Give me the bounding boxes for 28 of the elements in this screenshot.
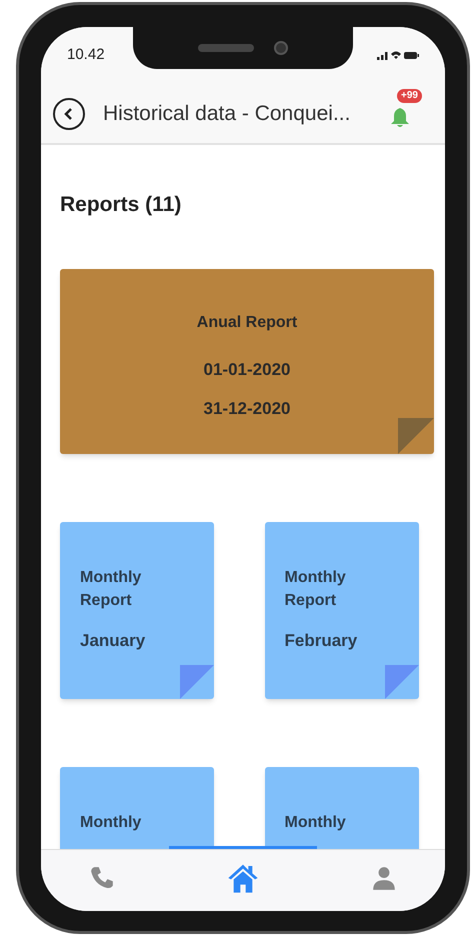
report-card[interactable]: Monthly [264,766,418,849]
status-time: 10.42 [67,44,105,65]
folded-corner [384,664,418,698]
report-card[interactable]: Monthly Report February [264,522,418,698]
status-icons [377,49,419,61]
report-card[interactable]: Monthly [60,766,214,849]
person-icon [371,864,397,890]
report-title: Monthly Report [80,568,142,610]
section-title: Reports (11) [60,192,182,218]
speaker-grille [198,44,254,52]
report-date: 31-12-2020 [204,398,290,420]
camera-lens [274,41,288,55]
back-button[interactable] [53,98,85,130]
folded-corner [398,418,434,454]
report-card[interactable]: Anual Report 01-01-2020 31-12-2020 [60,268,434,454]
folded-corner [180,664,214,698]
phone-icon [89,864,115,890]
report-date: 01-01-2020 [204,358,290,380]
report-title: Monthly [284,812,347,832]
report-card[interactable]: Monthly Report January [60,522,214,698]
notification-badge: +99 [397,89,422,103]
page-title: Historical data - Conquei... [103,101,350,128]
report-title: Monthly [80,812,142,832]
report-month: February [284,630,358,652]
bell-icon[interactable] [390,107,410,129]
report-month: January [80,630,146,652]
report-title: Monthly Report [284,568,347,610]
report-title: Anual Report [196,312,298,332]
